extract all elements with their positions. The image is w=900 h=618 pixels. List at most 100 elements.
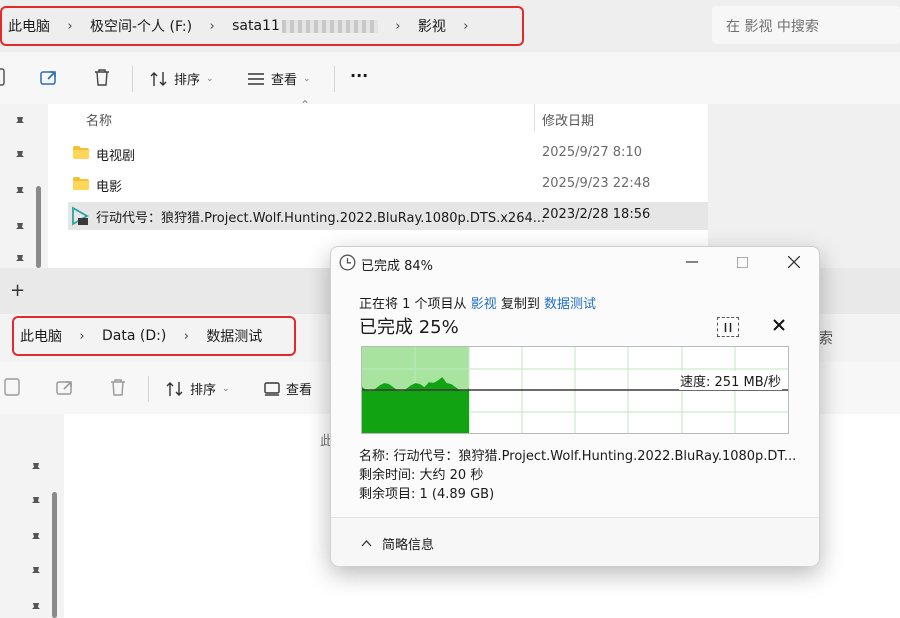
chevron-down-icon: ⌄ [222, 383, 230, 394]
view-label: 查看 [271, 73, 298, 88]
delete-icon[interactable] [110, 378, 126, 396]
pin-icon[interactable] [30, 496, 42, 508]
close-icon[interactable] [858, 272, 900, 308]
view-icon [248, 72, 264, 85]
chevron-up-icon [361, 540, 372, 547]
toolbar-divider [334, 66, 335, 92]
toolbar-divider [132, 66, 133, 92]
cancel-button[interactable] [773, 319, 785, 331]
view-label: 查看 [286, 383, 313, 398]
rename-icon[interactable] [4, 378, 22, 396]
toolbar-divider [148, 376, 149, 402]
sort-button[interactable]: 排序 ⌄ [166, 379, 230, 398]
pin-icon[interactable] [14, 150, 26, 162]
minimize-icon [686, 261, 698, 263]
pin-icon[interactable] [14, 222, 26, 234]
sort-ascending-icon: ⌃ [300, 98, 311, 112]
fewer-details-label: 简略信息 [382, 538, 435, 553]
sort-button[interactable]: 排序 ⌄ [150, 69, 214, 88]
delete-icon[interactable] [94, 68, 110, 86]
copy-middle: 复制到 [500, 297, 540, 312]
chevron-down-icon: ⌄ [206, 73, 214, 84]
top-file-list: 名称 ⌃ 修改日期 电视剧 2025/9/27 8:10 电影 2025/9/2… [48, 98, 708, 268]
items-remaining-info: 剩余项目: 1 (4.89 GB) [359, 483, 494, 502]
items-remaining-value: 1 (4.89 GB) [419, 487, 495, 502]
chevron-down-icon: ⌄ [303, 73, 311, 84]
time-remaining-info: 剩余时间: 大约 20 秒 [359, 464, 483, 483]
pin-icon[interactable] [14, 186, 26, 198]
dialog-footer: 简略信息 [331, 517, 819, 566]
clock-icon [339, 254, 356, 271]
pin-icon[interactable] [14, 254, 26, 266]
view-button[interactable]: 查看 [264, 379, 312, 398]
column-header-date[interactable]: 修改日期 [542, 110, 594, 138]
view-button[interactable]: 查看 ⌄ [247, 69, 311, 88]
copy-description: 正在将 1 个项目从 影视 复制到 数据测试 [359, 293, 596, 312]
fewer-details-button[interactable]: 简略信息 [361, 534, 434, 553]
file-date: 2025/9/27 8:10 [542, 145, 642, 160]
folder-icon [73, 177, 89, 190]
pin-icon[interactable] [30, 532, 42, 544]
speed-graph-lines [362, 347, 788, 433]
items-remaining-label: 剩余项目: [359, 487, 416, 502]
sort-icon [150, 71, 167, 86]
share-icon[interactable] [56, 378, 76, 396]
highlight-box [12, 316, 296, 356]
top-address-bar: 此电脑 › 极空间-个人 (F:) › sata11 › 影视 › 在 影视 中… [0, 0, 900, 52]
scrollbar[interactable] [36, 186, 41, 268]
file-name: 电影 [96, 180, 123, 195]
time-remaining-label: 剩余时间: [359, 468, 416, 483]
folder-icon [73, 146, 89, 159]
copy-progress-dialog: 已完成 84% 正在将 1 个项目从 影视 复制到 数据测试 已完成 25% 速… [330, 246, 820, 566]
pin-icon[interactable] [14, 116, 26, 128]
file-name: 行动代号：狼狩猎.Project.Wolf.Hunting.2022.BluRa… [96, 211, 546, 226]
file-name: 电视剧 [96, 149, 136, 164]
highlight-box [0, 6, 524, 46]
scrollbar[interactable] [52, 492, 57, 618]
top-navigation-pane [0, 104, 48, 268]
search-input[interactable]: 索 [818, 327, 833, 348]
pin-icon[interactable] [30, 462, 42, 474]
pause-button[interactable] [717, 317, 739, 337]
top-toolbar: 排序 ⌄ 查看 ⌄ ··· [0, 52, 900, 105]
new-tab-button[interactable]: + [10, 280, 25, 301]
name-info: 名称: 行动代号：狼狩猎.Project.Wolf.Hunting.2022.B… [359, 445, 796, 464]
video-file-icon [72, 206, 89, 226]
pause-icon [724, 322, 732, 332]
minimize-button[interactable] [679, 251, 705, 273]
file-date: 2025/9/23 22:48 [542, 176, 651, 191]
progress-percent: 已完成 25% [359, 317, 459, 338]
close-button[interactable] [781, 251, 807, 273]
name-label: 名称: [359, 449, 390, 464]
transfer-speed-graph: 速度: 251 MB/秒 [361, 346, 789, 434]
pin-icon[interactable] [30, 602, 42, 614]
view-icon [264, 381, 280, 396]
file-date: 2023/2/28 18:56 [542, 207, 651, 222]
rename-icon[interactable] [0, 68, 8, 86]
maximize-icon [736, 256, 748, 268]
source-folder-link[interactable]: 影视 [471, 297, 497, 312]
copy-prefix: 正在将 1 个项目从 [359, 297, 467, 312]
file-row-selected[interactable]: 行动代号：狼狩猎.Project.Wolf.Hunting.2022.BluRa… [68, 202, 708, 230]
dialog-title: 已完成 84% [361, 259, 434, 274]
pin-icon[interactable] [30, 566, 42, 578]
column-header-name[interactable]: 名称 [86, 110, 112, 138]
details-pane [708, 104, 900, 268]
close-icon [788, 256, 800, 268]
name-value: 行动代号：狼狩猎.Project.Wolf.Hunting.2022.BluRa… [393, 449, 797, 464]
destination-folder-link[interactable]: 数据测试 [544, 297, 596, 312]
share-icon[interactable] [40, 68, 60, 86]
more-options-button[interactable]: ··· [350, 66, 368, 85]
close-icon [773, 319, 785, 331]
bottom-navigation-pane [0, 414, 64, 618]
sort-icon [166, 381, 183, 396]
file-row[interactable]: 电影 2025/9/23 22:48 [68, 171, 708, 199]
search-input[interactable]: 在 影视 中搜索 [712, 6, 900, 44]
search-placeholder: 在 影视 中搜索 [726, 19, 819, 35]
graph-speed-area [362, 377, 469, 433]
column-divider [534, 104, 535, 132]
file-row[interactable]: 电视剧 2025/9/27 8:10 [68, 140, 708, 168]
sort-label: 排序 [174, 73, 201, 88]
maximize-button[interactable] [729, 251, 755, 273]
time-remaining-value: 大约 20 秒 [419, 468, 484, 483]
